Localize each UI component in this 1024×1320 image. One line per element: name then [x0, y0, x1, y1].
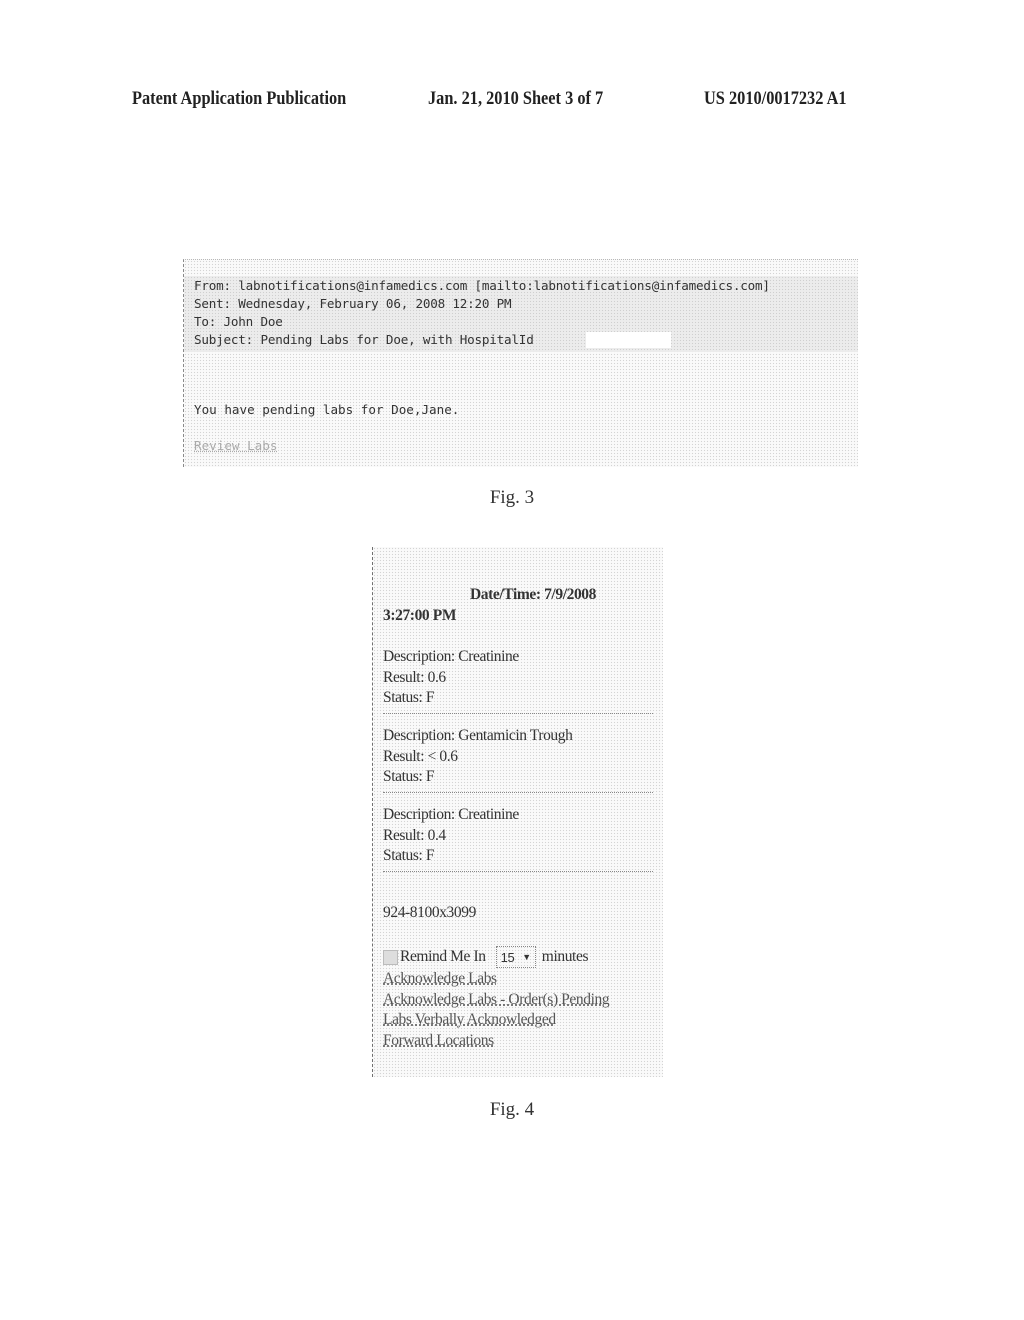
patent-header: Patent Application Publication Jan. 21, …: [0, 88, 1024, 112]
lab-description: Description: Creatinine: [383, 806, 519, 823]
review-labs-link[interactable]: Review Labs: [194, 438, 277, 453]
remind-label: Remind Me In: [400, 948, 486, 965]
email-from: From: labnotifications@infamedics.com [m…: [194, 278, 770, 293]
phone-number: 924-8100x3099: [383, 904, 476, 921]
remind-row: Remind Me In 15 ▼ minutes: [383, 946, 588, 968]
labs-verbally-acknowledged-link[interactable]: Labs Verbally Acknowledged: [383, 1010, 609, 1031]
remind-checkbox[interactable]: [383, 949, 398, 965]
lab-result: Result: 0.6: [383, 668, 446, 686]
lab-status: Status: F: [383, 768, 435, 785]
lab-status: Status: F: [383, 689, 435, 706]
email-notification: From: labnotifications@infamedics.com [m…: [183, 259, 858, 467]
lab-record: Description: Gentamicin Trough Result: <…: [383, 726, 653, 793]
chevron-down-icon: ▼: [522, 952, 531, 962]
email-to: To: John Doe: [194, 314, 283, 329]
publication-title: Patent Application Publication: [132, 88, 347, 109]
forward-locations-link[interactable]: Forward Locations: [383, 1031, 609, 1052]
figure-3-caption: Fig. 3: [489, 487, 535, 508]
lab-result: Result: 0.4: [383, 826, 446, 844]
publication-number: US 2010/0017232 A1: [704, 88, 847, 109]
lab-results-panel: Date/Time: 7/9/2008 3:27:00 PM Descripti…: [372, 547, 663, 1077]
remind-minutes-value: 15: [500, 949, 515, 965]
lab-record: Description: Creatinine Result: 0.6 Stat…: [383, 647, 653, 714]
acknowledge-labs-orders-pending-link[interactable]: Acknowledge Labs - Order(s) Pending: [383, 990, 610, 1011]
remind-minutes-select[interactable]: 15 ▼: [495, 946, 536, 968]
record-divider: [383, 791, 653, 793]
remind-suffix: minutes: [541, 948, 589, 965]
redacted-hospital-id: [586, 332, 671, 348]
email-sent: Sent: Wednesday, February 06, 2008 12:20…: [194, 296, 512, 311]
record-divider: [383, 870, 653, 872]
datetime-time: 3:27:00 PM: [383, 607, 457, 624]
lab-result: Result: < 0.6: [383, 747, 458, 765]
lab-record: Description: Creatinine Result: 0.4 Stat…: [383, 805, 653, 872]
publication-date-sheet: Jan. 21, 2010 Sheet 3 of 7: [428, 88, 604, 109]
record-divider: [383, 712, 653, 714]
lab-status: Status: F: [383, 847, 435, 864]
lab-description: Description: Creatinine: [383, 648, 519, 665]
lab-description: Description: Gentamicin Trough: [383, 727, 573, 744]
email-body: You have pending labs for Doe,Jane.: [194, 402, 460, 417]
action-links: Acknowledge Labs Acknowledge Labs - Orde…: [383, 969, 610, 1052]
email-subject: Subject: Pending Labs for Doe, with Hosp…: [194, 332, 534, 347]
datetime-label: Date/Time: 7/9/2008: [470, 586, 596, 603]
acknowledge-labs-link[interactable]: Acknowledge Labs: [383, 969, 609, 990]
figure-4-caption: Fig. 4: [489, 1099, 535, 1120]
